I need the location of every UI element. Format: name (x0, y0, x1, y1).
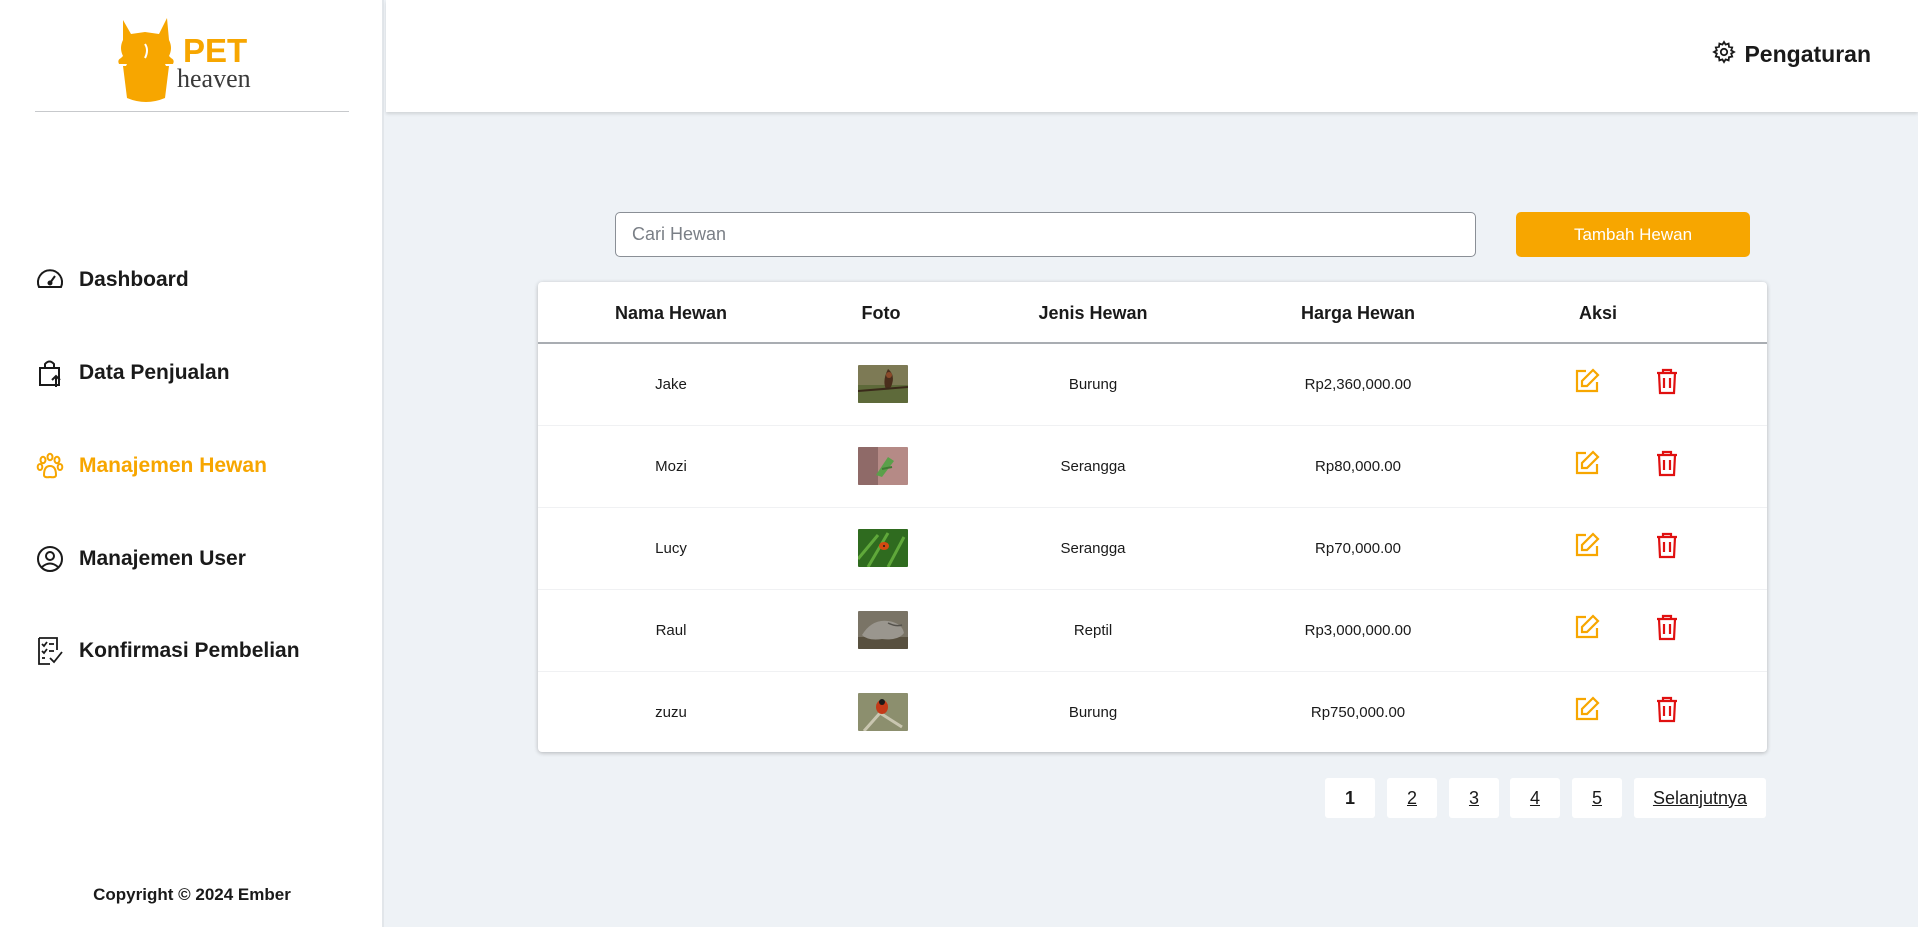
checklist-icon (35, 636, 65, 666)
page-2-button[interactable]: 2 (1387, 778, 1437, 818)
pet-heaven-logo[interactable]: PET heaven (115, 14, 265, 104)
column-header-nama-hewan: Nama Hewan (614, 303, 728, 323)
next-page-button[interactable]: Selanjutnya (1634, 778, 1766, 818)
trash-icon[interactable] (1652, 366, 1682, 396)
cell-price: Rp3,000,000.00 (1304, 622, 1412, 639)
copyright-text: Copyright © 2024 Ember (93, 885, 291, 904)
table-header: Nama Hewan Foto Jenis Hewan Harga Hewan … (538, 282, 1767, 344)
cell-price: Rp70,000.00 (1315, 540, 1401, 557)
sidebar-item-manajemen-user[interactable]: Manajemen User (35, 539, 246, 579)
settings-label: Pengaturan (1744, 41, 1871, 67)
sidebar-item-dashboard[interactable]: Dashboard (35, 260, 189, 300)
paw-icon (35, 451, 65, 481)
sidebar: PET heaven Dashboard Data Penjualan Mana… (0, 0, 384, 927)
cell-price: Rp2,360,000.00 (1304, 376, 1412, 393)
table-row: zuzu Burung Rp750,000.00 (538, 672, 1767, 752)
add-animal-button[interactable]: Tambah Hewan (1516, 212, 1750, 257)
sidebar-item-label: Manajemen User (79, 547, 246, 570)
insect-photo (858, 447, 908, 485)
cell-type: Reptil (1073, 622, 1113, 639)
page-5-button[interactable]: 5 (1572, 778, 1622, 818)
page-1-button[interactable]: 1 (1325, 778, 1375, 818)
edit-icon[interactable] (1572, 448, 1602, 478)
sidebar-item-label: Konfirmasi Pembelian (79, 639, 300, 662)
cell-name: Raul (655, 622, 687, 639)
page-3-button[interactable]: 3 (1449, 778, 1499, 818)
trash-icon[interactable] (1652, 694, 1682, 724)
animals-table: Nama Hewan Foto Jenis Hewan Harga Hewan … (538, 282, 1767, 752)
bird-photo (858, 365, 908, 403)
table-row: Lucy Serangga Rp70,000.00 (538, 508, 1767, 590)
sidebar-item-data-penjualan[interactable]: Data Penjualan (35, 353, 230, 393)
edit-icon[interactable] (1572, 694, 1602, 724)
cell-price: Rp750,000.00 (1310, 704, 1406, 721)
cell-type: Serangga (1060, 458, 1126, 475)
trash-icon[interactable] (1652, 448, 1682, 478)
cell-type: Burung (1068, 376, 1118, 393)
search-input[interactable] (615, 212, 1476, 257)
reptile-photo (858, 611, 908, 649)
logo-heaven-text: heaven (177, 64, 251, 93)
page-4-button[interactable]: 4 (1510, 778, 1560, 818)
cell-type: Burung (1068, 704, 1118, 721)
shopping-bag-upload-icon (35, 358, 65, 388)
column-header-harga-hewan: Harga Hewan (1300, 303, 1416, 323)
column-header-jenis-hewan: Jenis Hewan (1038, 303, 1148, 323)
gear-icon (1712, 40, 1737, 69)
cell-name: Mozi (655, 458, 687, 475)
sidebar-item-label: Dashboard (79, 268, 189, 291)
table-row: Jake Burung Rp2,360,000.00 (538, 344, 1767, 426)
sidebar-item-label: Manajemen Hewan (79, 454, 267, 477)
cell-price: Rp80,000.00 (1315, 458, 1401, 475)
cat-in-pot-icon (118, 18, 174, 102)
trash-icon[interactable] (1652, 612, 1682, 642)
bird-photo (858, 693, 908, 731)
speedometer-icon (35, 265, 65, 295)
table-row: Raul Reptil Rp3,000,000.00 (538, 590, 1767, 672)
cell-type: Serangga (1060, 540, 1126, 557)
user-circle-icon (35, 544, 65, 574)
trash-icon[interactable] (1652, 530, 1682, 560)
cell-name: Lucy (655, 540, 687, 557)
top-header: Pengaturan (386, 0, 1918, 112)
sidebar-item-konfirmasi-pembelian[interactable]: Konfirmasi Pembelian (35, 631, 300, 671)
settings-button[interactable]: Pengaturan (1712, 40, 1871, 69)
edit-icon[interactable] (1572, 366, 1602, 396)
table-row: Mozi Serangga Rp80,000.00 (538, 426, 1767, 508)
sidebar-item-label: Data Penjualan (79, 361, 230, 384)
column-header-aksi: Aksi (1578, 303, 1618, 323)
logo-area: PET heaven (35, 0, 349, 112)
edit-icon[interactable] (1572, 530, 1602, 560)
edit-icon[interactable] (1572, 612, 1602, 642)
cell-name: Jake (655, 376, 687, 393)
ladybug-photo (858, 529, 908, 567)
column-header-foto: Foto (861, 303, 901, 323)
sidebar-item-manajemen-hewan[interactable]: Manajemen Hewan (35, 446, 267, 486)
cell-name: zuzu (655, 704, 687, 721)
